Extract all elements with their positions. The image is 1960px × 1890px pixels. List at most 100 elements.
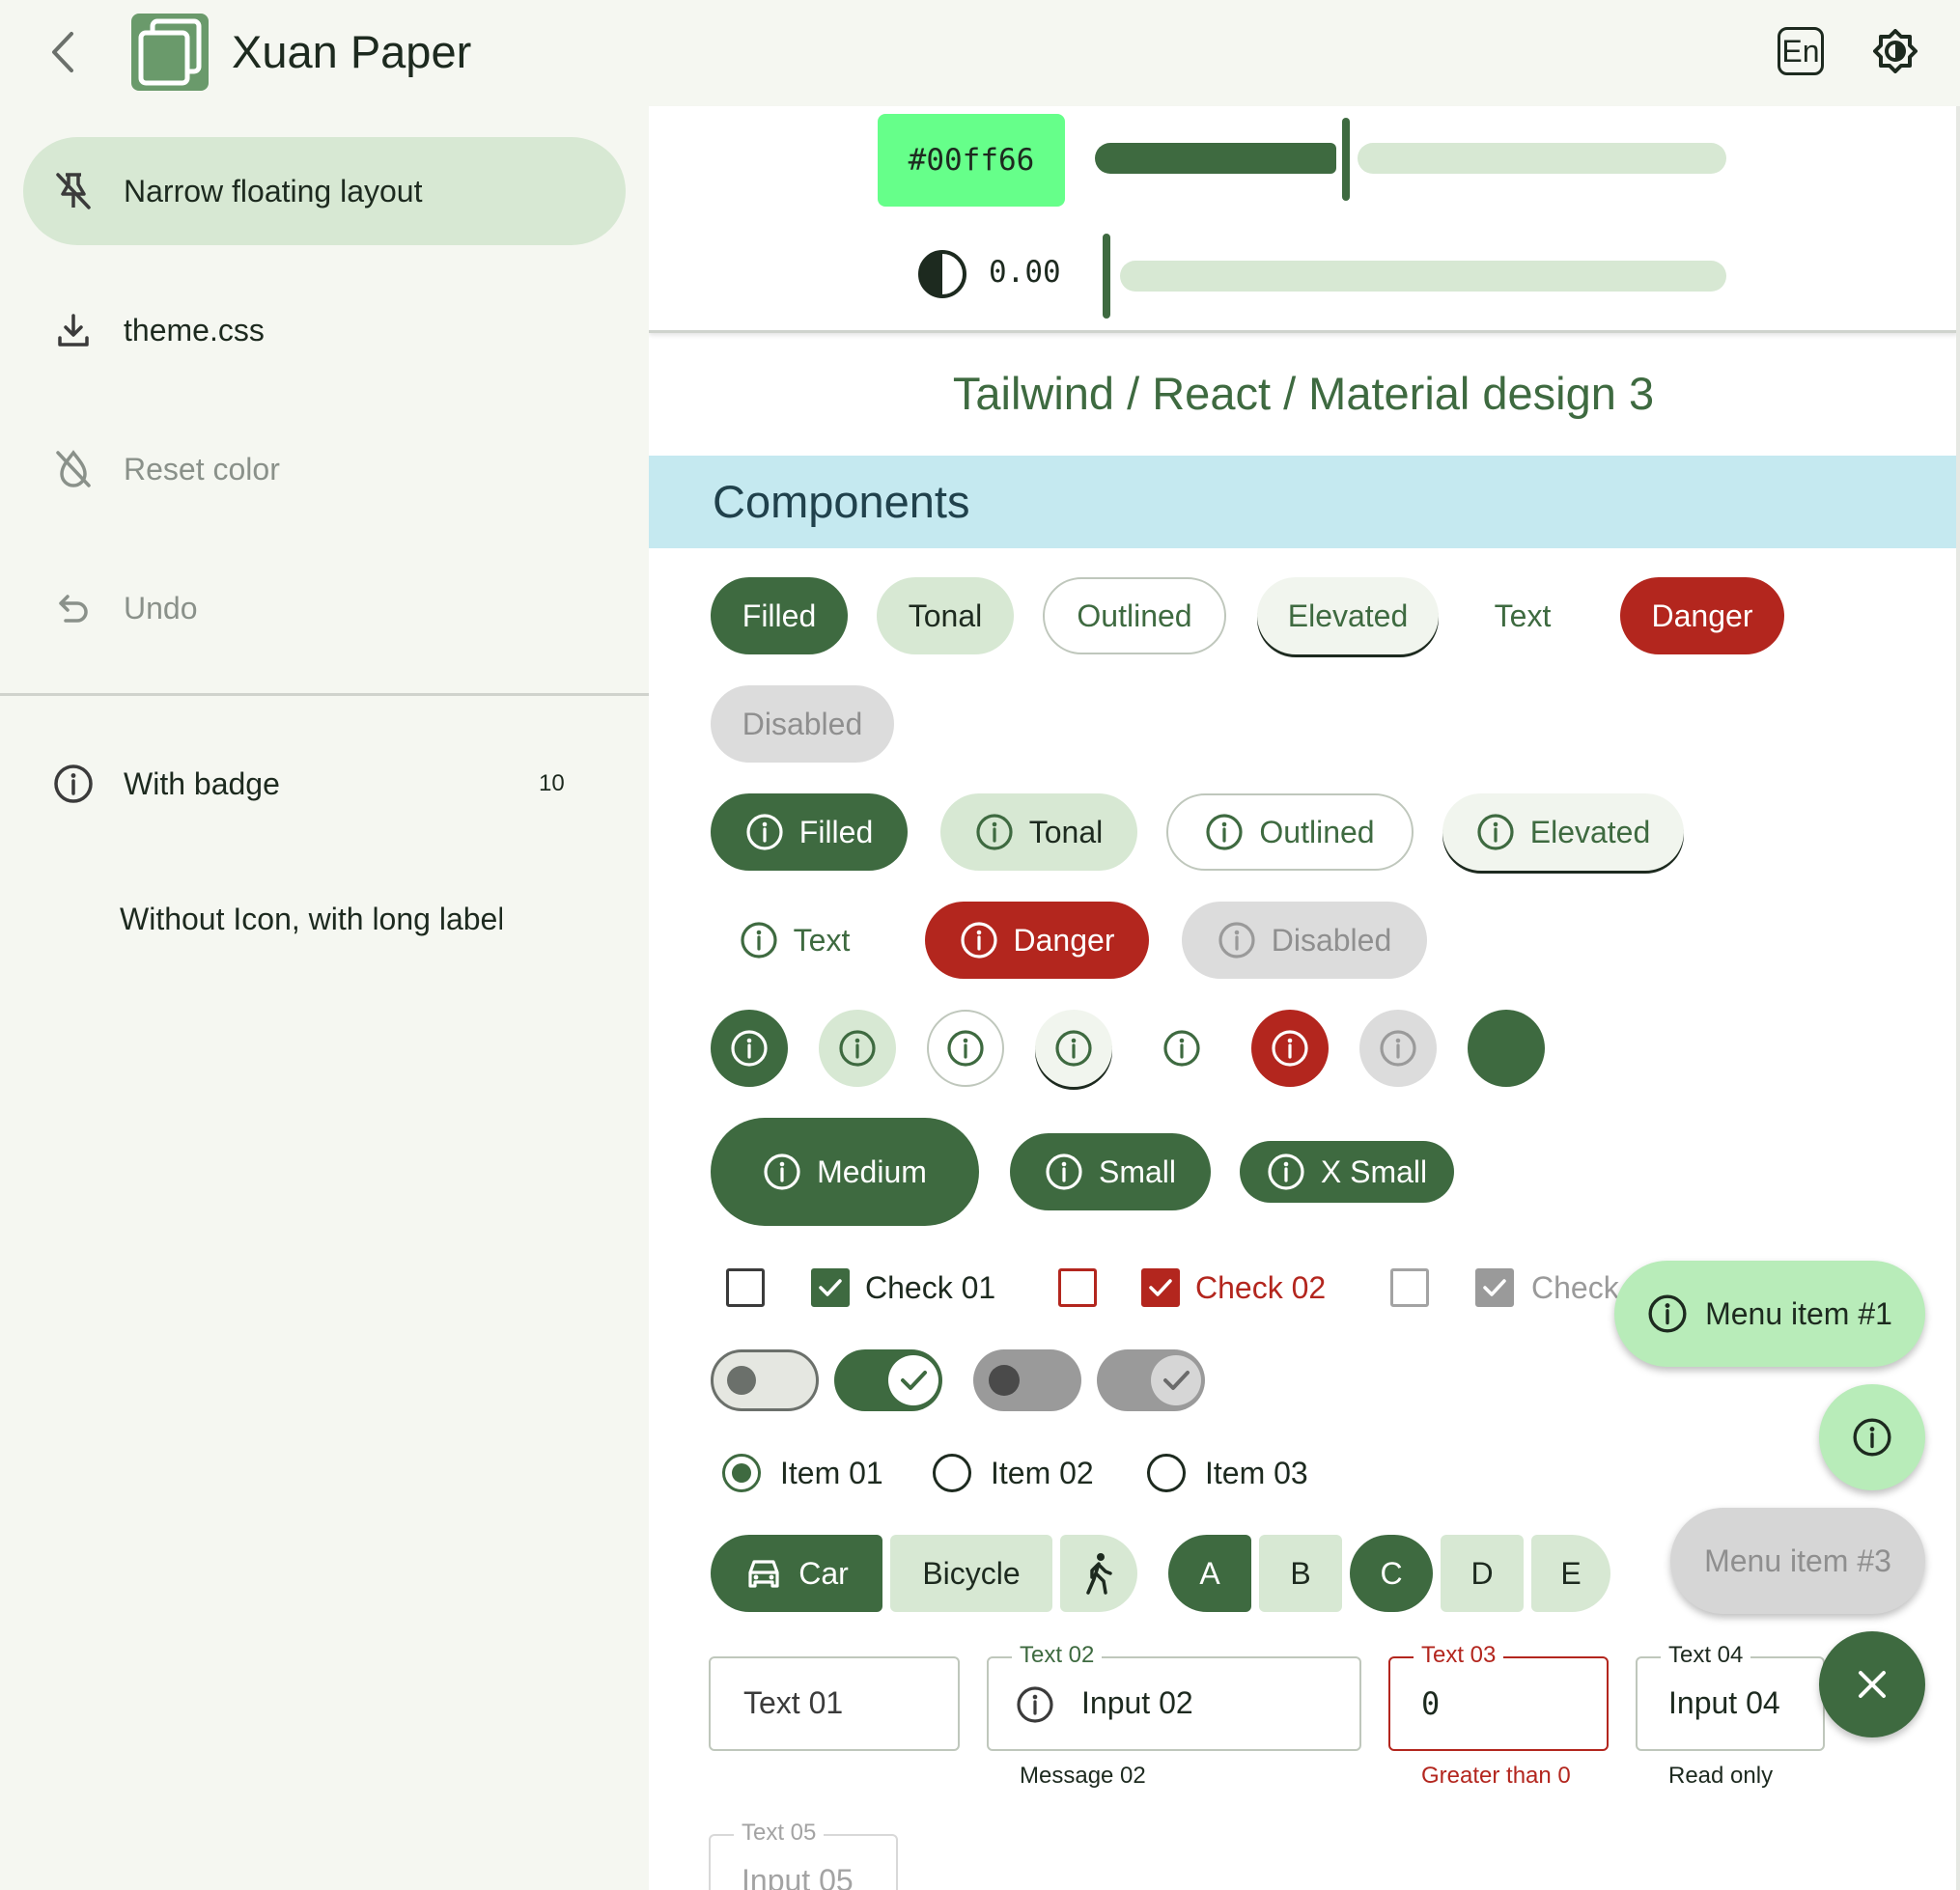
sidebar-item-with-badge[interactable]: With badge 10 <box>23 730 626 838</box>
outlined-icon-button[interactable]: Outlined <box>1166 793 1414 871</box>
button-label: Outlined <box>1077 598 1192 633</box>
xsmall-button[interactable]: X Small <box>1240 1141 1454 1203</box>
text-icon-button[interactable]: Text <box>722 902 867 979</box>
switch-on[interactable] <box>834 1349 942 1411</box>
button-label: Tonal <box>1028 814 1104 849</box>
brightness-icon <box>1873 29 1918 73</box>
hue-slider-handle[interactable] <box>1342 118 1350 201</box>
text-field-04[interactable]: Text 04 Input 04 <box>1636 1642 1825 1751</box>
tonal-info-icon-button[interactable] <box>819 1010 896 1087</box>
text-info-icon-button[interactable] <box>1143 1010 1220 1087</box>
danger-icon-button[interactable]: Danger <box>925 902 1149 979</box>
checkbox-error-checked[interactable] <box>1141 1268 1180 1307</box>
fab-close-button[interactable] <box>1819 1631 1925 1737</box>
elevated-button[interactable]: Elevated <box>1257 577 1439 654</box>
pin-off-icon <box>52 170 95 212</box>
chevron-left-icon <box>52 32 73 72</box>
disabled-info-icon-button[interactable] <box>1359 1010 1437 1087</box>
checkbox-label-2: Check 02 <box>1195 1270 1327 1305</box>
segment-car[interactable]: Car <box>711 1535 882 1612</box>
medium-button[interactable]: Medium <box>711 1118 979 1226</box>
elevated-info-icon-button[interactable] <box>1035 1010 1112 1087</box>
main-content: #00ff66 0.00 Tailwind / React / Material… <box>649 106 1960 1890</box>
radio-label-3: Item 03 <box>1205 1456 1308 1490</box>
text-field-02[interactable]: Text 02 Input 02 <box>987 1642 1361 1751</box>
back-button[interactable] <box>41 27 85 77</box>
outlined-info-icon-button[interactable] <box>927 1010 1004 1087</box>
switch-off[interactable] <box>711 1349 819 1411</box>
text-field-01[interactable]: Text 01 <box>709 1656 960 1751</box>
page-subtitle: Tailwind / React / Material design 3 <box>952 368 1655 419</box>
checkbox-unchecked-1[interactable] <box>726 1268 765 1307</box>
danger-button[interactable]: Danger <box>1620 577 1784 654</box>
button-label: Elevated <box>1529 814 1651 849</box>
segment-letter-a[interactable]: A <box>1168 1535 1251 1612</box>
small-button[interactable]: Small <box>1010 1133 1211 1210</box>
fab-menu-label: Menu item #1 <box>1705 1295 1892 1331</box>
sidebar: Narrow floating layout theme.css Reset c… <box>0 106 649 1890</box>
download-icon <box>52 309 95 351</box>
sidebar-item-theme-css[interactable]: theme.css <box>23 276 626 384</box>
checkbox-disabled-checked[interactable] <box>1475 1268 1514 1307</box>
segment-label: Car <box>798 1555 849 1591</box>
sidebar-item-undo[interactable]: Undo <box>23 554 626 662</box>
fab-menu-item-3[interactable]: Menu item #3 <box>1670 1508 1925 1614</box>
fab-menu-item-1[interactable]: Menu item #1 <box>1614 1261 1925 1367</box>
checkbox-error-unchecked[interactable] <box>1058 1268 1097 1307</box>
checkbox-checked-1[interactable] <box>811 1268 850 1307</box>
filled-button[interactable]: Filled <box>711 577 848 654</box>
contrast-icon <box>918 250 966 298</box>
text-field-03[interactable]: Text 03 0 <box>1388 1642 1609 1751</box>
segment-walk[interactable] <box>1060 1535 1137 1612</box>
danger-info-icon-button[interactable] <box>1251 1010 1329 1087</box>
radio-item-01[interactable] <box>722 1454 761 1492</box>
sidebar-item-reset-color[interactable]: Reset color <box>23 415 626 523</box>
segment-letter-b[interactable]: B <box>1259 1535 1342 1612</box>
check-icon <box>1163 1371 1190 1390</box>
tonal-button[interactable]: Tonal <box>877 577 1014 654</box>
switch-disabled-on[interactable] <box>1097 1349 1205 1411</box>
button-label: Filled <box>798 814 874 849</box>
elevated-icon-button[interactable]: Elevated <box>1442 793 1684 871</box>
outlined-button[interactable]: Outlined <box>1043 577 1226 654</box>
switch-knob <box>888 1355 938 1405</box>
language-label: En <box>1781 33 1820 69</box>
disabled-button[interactable]: Disabled <box>711 685 894 763</box>
sidebar-item-narrow-floating-layout[interactable]: Narrow floating layout <box>23 137 626 245</box>
segment-label: D <box>1470 1555 1494 1591</box>
text-field-value: 0 <box>1421 1685 1441 1722</box>
radio-item-03[interactable] <box>1147 1454 1186 1492</box>
switch-disabled-off[interactable] <box>973 1349 1081 1411</box>
scrollbar-track[interactable] <box>1956 106 1960 1890</box>
text-field-05[interactable]: Text 05 Input 05 <box>709 1820 898 1890</box>
segment-bicycle[interactable]: Bicycle <box>890 1535 1052 1612</box>
info-icon <box>1380 1030 1416 1067</box>
no-color-icon <box>52 448 95 490</box>
info-icon <box>947 1030 984 1067</box>
sidebar-item-long-label[interactable]: Without Icon, with long label <box>120 902 502 937</box>
segment-letter-e[interactable]: E <box>1531 1535 1610 1612</box>
tonal-icon-button[interactable]: Tonal <box>940 793 1137 871</box>
checkbox-disabled-unchecked[interactable] <box>1390 1268 1429 1307</box>
theme-toggle-button[interactable] <box>1871 27 1919 75</box>
disabled-icon-button[interactable]: Disabled <box>1182 902 1427 979</box>
segment-label: C <box>1380 1555 1403 1591</box>
blank-filled-icon-button[interactable] <box>1468 1010 1545 1087</box>
color-hex-swatch[interactable]: #00ff66 <box>878 114 1065 207</box>
button-label: Text <box>1494 598 1552 633</box>
segment-letter-d[interactable]: D <box>1441 1535 1524 1612</box>
fab-menu-item-2[interactable] <box>1819 1384 1925 1490</box>
filled-icon-button[interactable]: Filled <box>711 793 908 871</box>
hue-slider-fill <box>1095 143 1336 174</box>
segment-letter-c[interactable]: C <box>1350 1535 1433 1612</box>
language-button[interactable]: En <box>1778 27 1824 75</box>
radio-item-02[interactable] <box>933 1454 971 1492</box>
text-button[interactable]: Text <box>1460 577 1585 654</box>
check-icon <box>1483 1279 1506 1296</box>
check-icon <box>1149 1279 1172 1296</box>
filled-info-icon-button[interactable] <box>711 1010 788 1087</box>
contrast-slider-handle[interactable] <box>1103 234 1110 319</box>
switch-knob <box>989 1365 1020 1396</box>
app-logo <box>131 14 209 91</box>
count-badge: 10 <box>539 770 565 796</box>
